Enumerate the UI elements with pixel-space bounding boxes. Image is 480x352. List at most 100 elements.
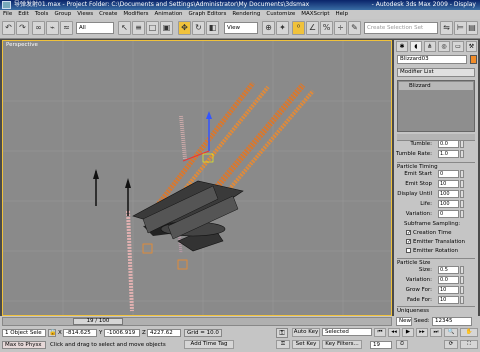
- menu-group[interactable]: Group: [51, 10, 74, 19]
- create-tab-icon[interactable]: ✱: [396, 41, 408, 52]
- zoom-icon[interactable]: 🔍: [444, 328, 458, 337]
- z-coord-input[interactable]: 4227.62: [147, 329, 181, 337]
- named-selection-icon[interactable]: ✎: [348, 21, 361, 35]
- menu-customize[interactable]: Customize: [263, 10, 298, 19]
- display-until-input[interactable]: 100: [438, 190, 459, 198]
- fade-for-input[interactable]: 10: [438, 296, 459, 304]
- menu-edit[interactable]: Edit: [15, 10, 32, 19]
- orbit-icon[interactable]: ⟳: [444, 340, 458, 349]
- new-seed-button[interactable]: New: [396, 317, 412, 326]
- tumble-rate-input[interactable]: 1.0: [438, 150, 459, 158]
- current-frame-input[interactable]: 19: [370, 341, 392, 349]
- emit-start-spinner[interactable]: [460, 170, 464, 178]
- emitter-rotation-checkbox[interactable]: Emitter Rotation: [406, 247, 458, 255]
- y-coord-input[interactable]: -1006.919: [104, 329, 140, 337]
- size-variation-spinner[interactable]: [460, 276, 464, 284]
- layer-manager-icon[interactable]: ▤: [466, 21, 478, 35]
- redo-icon[interactable]: ↷: [16, 21, 29, 35]
- next-frame-icon[interactable]: ▸▸: [416, 328, 428, 337]
- perspective-viewport[interactable]: Perspective: [2, 40, 392, 316]
- percent-snap-icon[interactable]: %: [320, 21, 333, 35]
- select-rotate-icon[interactable]: ↻: [192, 21, 205, 35]
- key-icon[interactable]: ⚿: [276, 328, 288, 338]
- menu-help[interactable]: Help: [333, 10, 352, 19]
- create-selection-set-field[interactable]: Create Selection Set: [364, 22, 438, 34]
- emit-stop-spinner[interactable]: [460, 180, 464, 188]
- add-time-tag-button[interactable]: Add Time Tag: [184, 340, 234, 349]
- manipulate-icon[interactable]: ✦: [276, 21, 289, 35]
- tumble-spinner[interactable]: [460, 140, 464, 148]
- utilities-tab-icon[interactable]: ⚒: [466, 41, 477, 52]
- unlink-icon[interactable]: ⌁: [46, 21, 59, 35]
- life-input[interactable]: 100: [438, 200, 459, 208]
- select-move-icon[interactable]: ✥: [178, 21, 191, 35]
- object-name-field[interactable]: Blizzard03: [397, 55, 467, 64]
- angle-snap-icon[interactable]: ∠: [306, 21, 319, 35]
- tumble-rate-spinner[interactable]: [460, 150, 464, 158]
- fade-for-spinner[interactable]: [460, 296, 464, 304]
- menu-views[interactable]: Views: [74, 10, 96, 19]
- modify-tab-icon[interactable]: ◖: [410, 41, 422, 52]
- reference-coordinate-dropdown[interactable]: View: [224, 22, 258, 34]
- emitter-translation-checkbox[interactable]: ✓ Emitter Translation: [406, 238, 465, 246]
- menu-file[interactable]: File: [0, 10, 15, 19]
- menu-rendering[interactable]: Rendering: [229, 10, 263, 19]
- play-icon[interactable]: ▶: [402, 328, 414, 337]
- window-crossing-icon[interactable]: ▣: [160, 21, 173, 35]
- object-color-swatch[interactable]: [470, 55, 477, 64]
- size-spinner[interactable]: [460, 266, 464, 274]
- variation-spinner[interactable]: [460, 210, 464, 218]
- menu-tools[interactable]: Tools: [32, 10, 52, 19]
- grow-for-input[interactable]: 10: [438, 286, 459, 294]
- snap-toggle-icon[interactable]: ⁰: [292, 21, 305, 35]
- time-slider-track[interactable]: 19 / 100: [2, 317, 392, 326]
- link-icon[interactable]: ∞: [32, 21, 45, 35]
- time-slider-thumb[interactable]: 19 / 100: [73, 318, 123, 325]
- auto-key-button[interactable]: Auto Key: [292, 328, 320, 337]
- display-until-spinner[interactable]: [460, 190, 464, 198]
- emit-stop-input[interactable]: 10: [438, 180, 459, 188]
- size-input[interactable]: 0.5: [438, 266, 459, 274]
- select-by-name-icon[interactable]: ≡: [132, 21, 145, 35]
- mirror-icon[interactable]: ⇋: [440, 21, 453, 35]
- lock-selection-icon[interactable]: 🔒: [48, 329, 56, 337]
- bind-space-warp-icon[interactable]: ≈: [60, 21, 73, 35]
- size-variation-input[interactable]: 0.0: [438, 276, 459, 284]
- menu-maxscript[interactable]: MAXScript: [298, 10, 332, 19]
- set-key-button[interactable]: Set Key: [292, 340, 320, 349]
- spinner-snap-icon[interactable]: ÷: [334, 21, 347, 35]
- set-key-icon[interactable]: ⚿: [276, 340, 290, 349]
- key-mode-dropdown[interactable]: Selected: [322, 328, 372, 336]
- particle-timing-rollout[interactable]: Particle Timing: [397, 162, 475, 170]
- go-to-end-icon[interactable]: ⏭: [430, 328, 442, 337]
- menu-create[interactable]: Create: [96, 10, 120, 19]
- uniqueness-rollout[interactable]: Uniqueness: [397, 306, 475, 314]
- pivot-center-icon[interactable]: ⊕: [262, 21, 275, 35]
- particle-size-rollout[interactable]: Particle Size: [397, 258, 475, 266]
- pan-icon[interactable]: ✋: [460, 328, 478, 337]
- selection-filter-dropdown[interactable]: All: [76, 22, 114, 34]
- time-config-icon[interactable]: ⏲: [396, 340, 408, 349]
- x-coord-input[interactable]: -814.625: [63, 329, 97, 337]
- key-filters-button[interactable]: Key Filters...: [322, 340, 362, 349]
- undo-icon[interactable]: ↶: [2, 21, 15, 35]
- tumble-input[interactable]: 0.0: [438, 140, 459, 148]
- seed-input[interactable]: 12345: [432, 317, 472, 326]
- emit-start-input[interactable]: 0: [438, 170, 459, 178]
- menu-modifiers[interactable]: Modifiers: [120, 10, 151, 19]
- prev-frame-icon[interactable]: ◂◂: [388, 328, 400, 337]
- select-scale-icon[interactable]: ◧: [206, 21, 219, 35]
- stack-item-blizzard[interactable]: Blizzard: [399, 82, 473, 90]
- display-tab-icon[interactable]: ▭: [452, 41, 464, 52]
- hierarchy-tab-icon[interactable]: ⋔: [424, 41, 436, 52]
- menu-animation[interactable]: Animation: [152, 10, 186, 19]
- select-object-icon[interactable]: ↖: [118, 21, 131, 35]
- maxscript-listener[interactable]: Max to Physx: [2, 341, 46, 349]
- maximize-viewport-icon[interactable]: ⛶: [460, 340, 478, 349]
- menu-graph-editors[interactable]: Graph Editors: [186, 10, 230, 19]
- creation-time-checkbox[interactable]: ✓ Creation Time: [406, 229, 451, 237]
- life-spinner[interactable]: [460, 200, 464, 208]
- rect-selection-icon[interactable]: □: [146, 21, 159, 35]
- modifier-list-dropdown[interactable]: Modifier List: [397, 68, 475, 77]
- motion-tab-icon[interactable]: ◎: [438, 41, 450, 52]
